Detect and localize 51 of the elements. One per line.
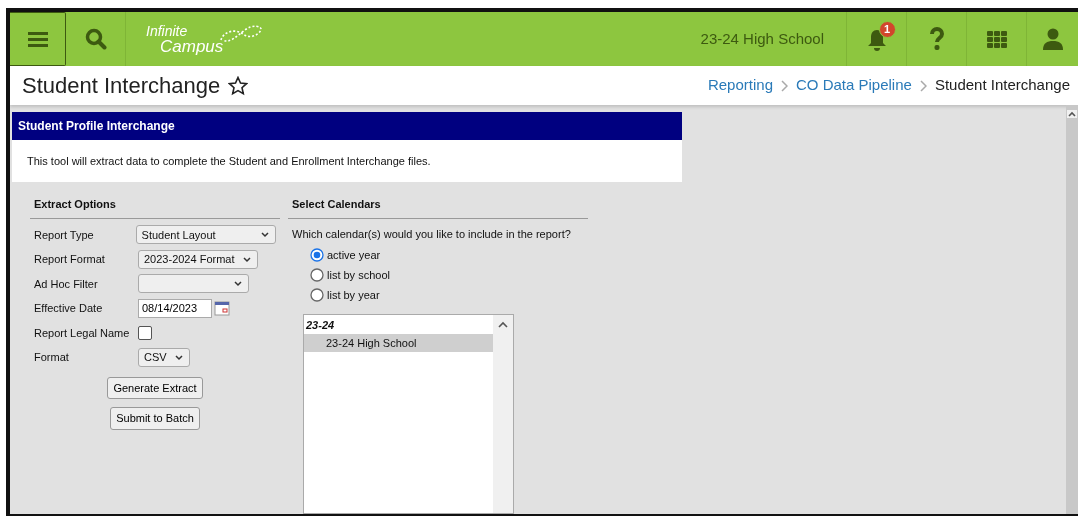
caret-icon — [234, 281, 242, 288]
select-field[interactable]: 2023-2024 Format — [138, 249, 258, 269]
search-icon — [84, 28, 107, 51]
group-label: 23-24 — [305, 318, 336, 333]
radio-label: active year — [327, 247, 381, 263]
page-title: Student Interchange — [22, 72, 221, 101]
menu-icon — [27, 31, 48, 48]
select-field[interactable] — [138, 274, 249, 294]
logo-text: Campus — [160, 37, 224, 55]
section-heading: Select Calendars — [288, 182, 588, 219]
calendar-list[interactable]: 23-24 23-24 High School — [303, 314, 514, 514]
generate-button[interactable]: Generate Extract — [107, 376, 203, 399]
grid-icon — [986, 30, 1007, 48]
field-label: Report Format — [34, 252, 106, 267]
scroll-up-icon[interactable] — [498, 321, 508, 328]
radio-label: list by year — [327, 287, 380, 303]
chevron-icon — [781, 79, 788, 92]
panel-header: Student Profile Interchange — [12, 112, 682, 140]
select-field[interactable]: CSV — [138, 347, 190, 367]
notification-badge: 1 — [878, 21, 896, 39]
section-heading: Extract Options — [30, 182, 280, 219]
question-text: Which calendar(s) would you like to include in the report? — [291, 226, 572, 242]
caret-icon — [174, 354, 183, 361]
caret-icon — [242, 256, 251, 263]
date-field[interactable]: 08/14/2023 — [138, 298, 212, 318]
caret-icon — [261, 232, 269, 239]
field-label: Effective Date — [34, 301, 104, 316]
list-item[interactable]: 23-24 High School — [304, 333, 493, 352]
field-label: Report Legal Name — [34, 325, 131, 341]
radio-button[interactable] — [310, 248, 324, 262]
radio-label: list by school — [327, 267, 390, 283]
radio-button[interactable] — [310, 288, 324, 302]
calendar-icon[interactable] — [214, 300, 230, 317]
logo-text: Infinite — [146, 23, 189, 38]
chevron-icon — [919, 79, 927, 92]
field-label: Report Type — [34, 227, 95, 243]
star-icon[interactable] — [228, 75, 249, 96]
help-icon — [928, 27, 945, 52]
submit-button[interactable]: Submit to Batch — [110, 407, 200, 430]
checkbox[interactable] — [138, 325, 152, 340]
select-field[interactable]: Student Layout — [135, 225, 276, 245]
description: This tool will extract data to complete the Student and Enrollment Interchange files. — [27, 155, 431, 167]
scroll-up-icon[interactable] — [1067, 110, 1077, 118]
breadcrumb-current: Student Interchange — [934, 75, 1070, 96]
breadcrumb-link[interactable]: Reporting — [707, 74, 773, 97]
breadcrumb-link[interactable]: CO Data Pipeline — [796, 74, 912, 97]
field-label: Format — [34, 350, 70, 365]
user-icon — [1042, 28, 1063, 51]
field-label: Ad Hoc Filter — [34, 276, 99, 292]
school-name: 23-24 High School — [700, 28, 825, 49]
radio-button[interactable] — [310, 268, 324, 282]
